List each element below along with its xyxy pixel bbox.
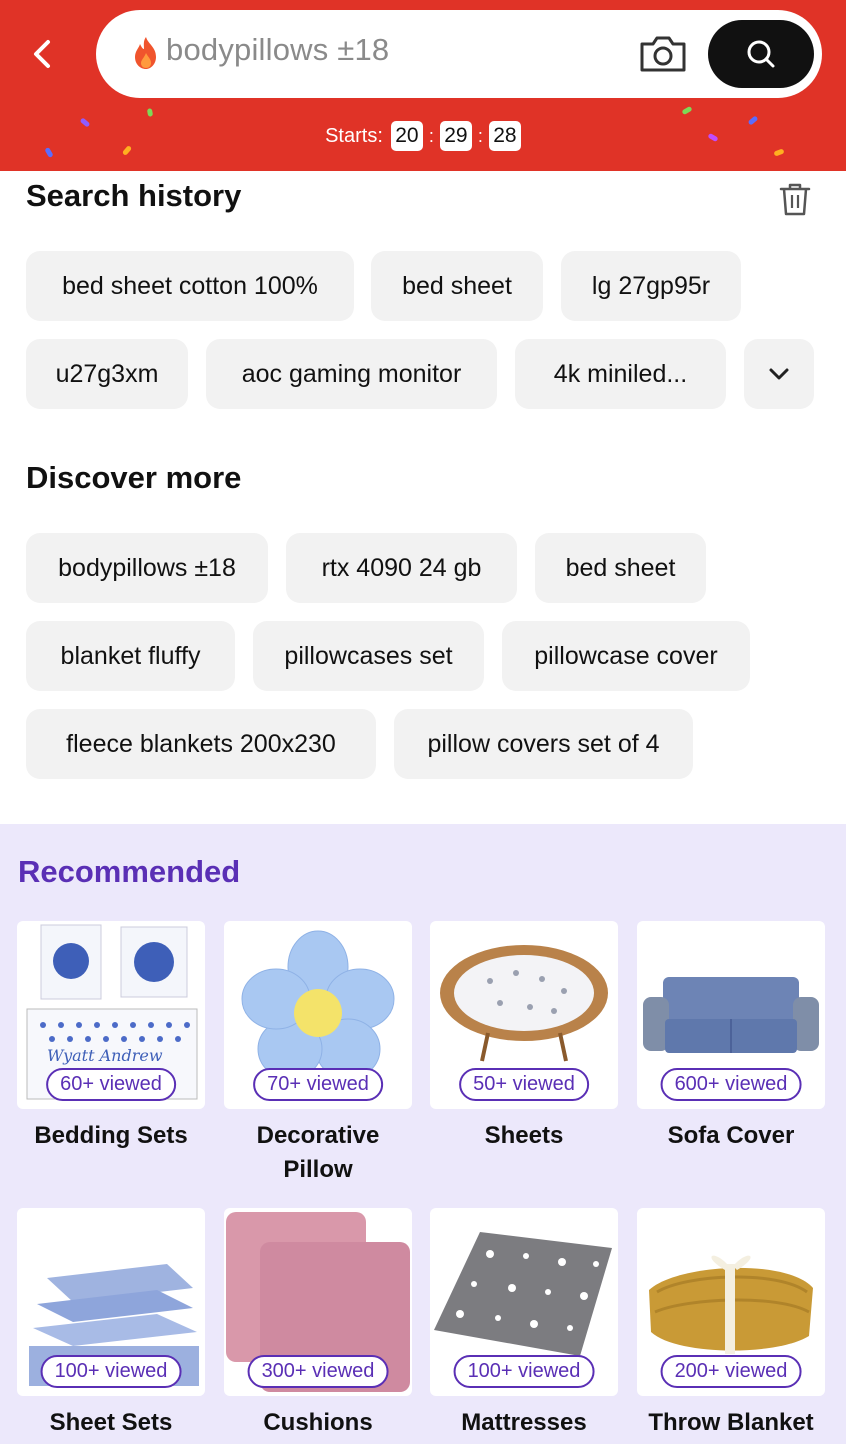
fire-icon: [135, 37, 156, 69]
category-card-mattresses[interactable]: 100+ viewed Mattresses: [430, 1208, 618, 1440]
category-card-sheet-sets[interactable]: 100+ viewed Sheet Sets: [17, 1208, 205, 1440]
category-label: Throw Blanket: [648, 1409, 814, 1436]
search-history-title: Search history: [26, 178, 242, 213]
discover-chip[interactable]: blanket fluffy: [26, 621, 235, 691]
back-button[interactable]: [22, 34, 62, 74]
category-label: Sheet Sets: [49, 1409, 173, 1436]
category-card-sheets[interactable]: 50+ viewed Sheets: [430, 921, 618, 1153]
svg-text:Wyatt Andrew: Wyatt Andrew: [47, 1046, 163, 1065]
product-image: 300+ viewed: [224, 1208, 412, 1396]
product-image: 100+ viewed: [430, 1208, 618, 1396]
trash-icon: [779, 183, 811, 216]
product-image: 70+ viewed: [224, 921, 412, 1109]
history-chip[interactable]: lg 27gp95r: [561, 251, 741, 321]
confetti-decoration: [681, 105, 693, 116]
search-input[interactable]: bodypillows ±18: [96, 10, 822, 98]
countdown-hours: 20: [390, 121, 423, 151]
category-label: Cushions: [263, 1409, 373, 1436]
discover-more-title: Discover more: [26, 460, 242, 495]
camera-icon[interactable]: [638, 34, 688, 74]
countdown-separator: :: [428, 125, 434, 146]
header-bar: bodypillows ±18 Starts: 20 : 29 : 28: [0, 0, 846, 171]
search-icon: [747, 40, 775, 68]
discover-chip[interactable]: bed sheet: [535, 533, 706, 603]
category-label: Bedding Sets: [34, 1122, 188, 1149]
search-button[interactable]: [708, 20, 814, 88]
product-image: 100+ viewed: [17, 1208, 205, 1396]
recommended-section: Recommended Wyatt Andrew 60+ viewed Bedd…: [0, 824, 846, 1444]
discover-chip[interactable]: pillowcases set: [253, 621, 484, 691]
history-chip[interactable]: bed sheet: [371, 251, 543, 321]
countdown-minutes: 29: [439, 121, 472, 151]
category-card-throw-blanket[interactable]: 200+ viewed Throw Blanket: [637, 1208, 825, 1440]
countdown-timer: Starts: 20 : 29 : 28: [0, 121, 846, 151]
product-image: 200+ viewed: [637, 1208, 825, 1396]
countdown-seconds: 28: [488, 121, 521, 151]
countdown-label: Starts:: [325, 124, 383, 147]
confetti-decoration: [146, 108, 154, 117]
product-image: 600+ viewed: [637, 921, 825, 1109]
countdown-separator: :: [477, 125, 483, 146]
category-label: Mattresses: [461, 1409, 587, 1436]
history-chip[interactable]: bed sheet cotton 100%: [26, 251, 354, 321]
clear-history-button[interactable]: [776, 180, 814, 218]
discover-chip[interactable]: fleece blankets 200x230: [26, 709, 376, 779]
category-card-sofa-cover[interactable]: 600+ viewed Sofa Cover: [637, 921, 825, 1153]
viewed-badge: 100+ viewed: [40, 1355, 182, 1388]
category-card-cushions[interactable]: 300+ viewed Cushions: [224, 1208, 412, 1440]
chevron-down-icon: [769, 368, 789, 380]
category-label: Decorative Pillow: [256, 1122, 380, 1183]
discover-chip[interactable]: bodypillows ±18: [26, 533, 268, 603]
product-image: Wyatt Andrew 60+ viewed: [17, 921, 205, 1109]
history-chip[interactable]: 4k miniled...: [515, 339, 726, 409]
discover-chip[interactable]: pillow covers set of 4: [394, 709, 693, 779]
category-label: Sheets: [484, 1122, 564, 1149]
viewed-badge: 100+ viewed: [453, 1355, 595, 1388]
product-image: 50+ viewed: [430, 921, 618, 1109]
viewed-badge: 60+ viewed: [46, 1068, 176, 1101]
viewed-badge: 300+ viewed: [247, 1355, 389, 1388]
back-arrow-icon: [34, 40, 50, 68]
viewed-badge: 70+ viewed: [253, 1068, 383, 1101]
search-query-text: bodypillows ±18: [166, 32, 390, 67]
expand-history-button[interactable]: [744, 339, 814, 409]
category-card-decorative-pillow[interactable]: 70+ viewed Decorative Pillow: [224, 921, 412, 1187]
discover-chip[interactable]: rtx 4090 24 gb: [286, 533, 517, 603]
category-card-bedding-sets[interactable]: Wyatt Andrew 60+ viewed Bedding Sets: [17, 921, 205, 1153]
viewed-badge: 200+ viewed: [660, 1355, 802, 1388]
history-chip[interactable]: aoc gaming monitor: [206, 339, 497, 409]
history-chip[interactable]: u27g3xm: [26, 339, 188, 409]
viewed-badge: 600+ viewed: [660, 1068, 802, 1101]
discover-chip[interactable]: pillowcase cover: [502, 621, 750, 691]
recommended-title: Recommended: [18, 854, 241, 889]
category-label: Sofa Cover: [667, 1122, 795, 1149]
viewed-badge: 50+ viewed: [459, 1068, 589, 1101]
